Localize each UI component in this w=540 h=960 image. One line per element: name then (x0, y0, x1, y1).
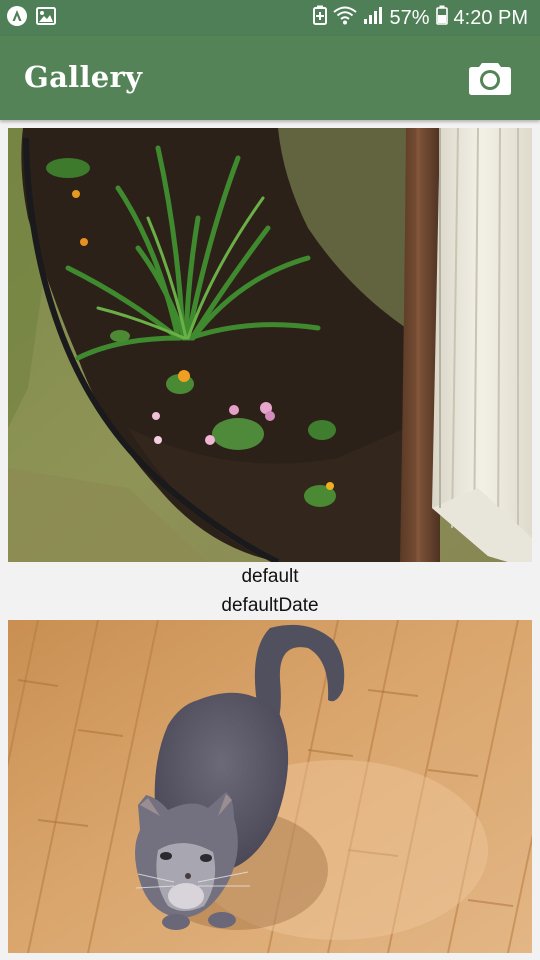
camera-icon (468, 63, 512, 100)
status-bar-left (6, 5, 56, 32)
signal-icon (363, 5, 383, 31)
gallery-item-date: defaultDate (221, 595, 319, 616)
gallery-item-title: default (241, 566, 299, 587)
battery-icon (435, 5, 448, 31)
gallery-item[interactable]: default defaultDate (8, 128, 532, 618)
image-notification-icon (36, 6, 56, 30)
gallery-photo-cat[interactable] (8, 620, 532, 953)
battery-percent: 57% (389, 6, 430, 29)
camera-button[interactable] (468, 60, 512, 96)
wifi-icon (333, 5, 358, 31)
page-title: Gallery (24, 60, 143, 94)
app-bar: Gallery (0, 36, 540, 120)
gallery-item[interactable] (8, 620, 532, 953)
status-time: 4:20 PM (453, 6, 528, 29)
status-bar-right: 57% 4:20 PM (313, 5, 528, 31)
app-notification-icon (6, 5, 28, 32)
gallery-photo-garden[interactable] (8, 128, 532, 562)
battery-saver-icon (313, 5, 328, 31)
status-bar: 57% 4:20 PM (0, 0, 540, 36)
